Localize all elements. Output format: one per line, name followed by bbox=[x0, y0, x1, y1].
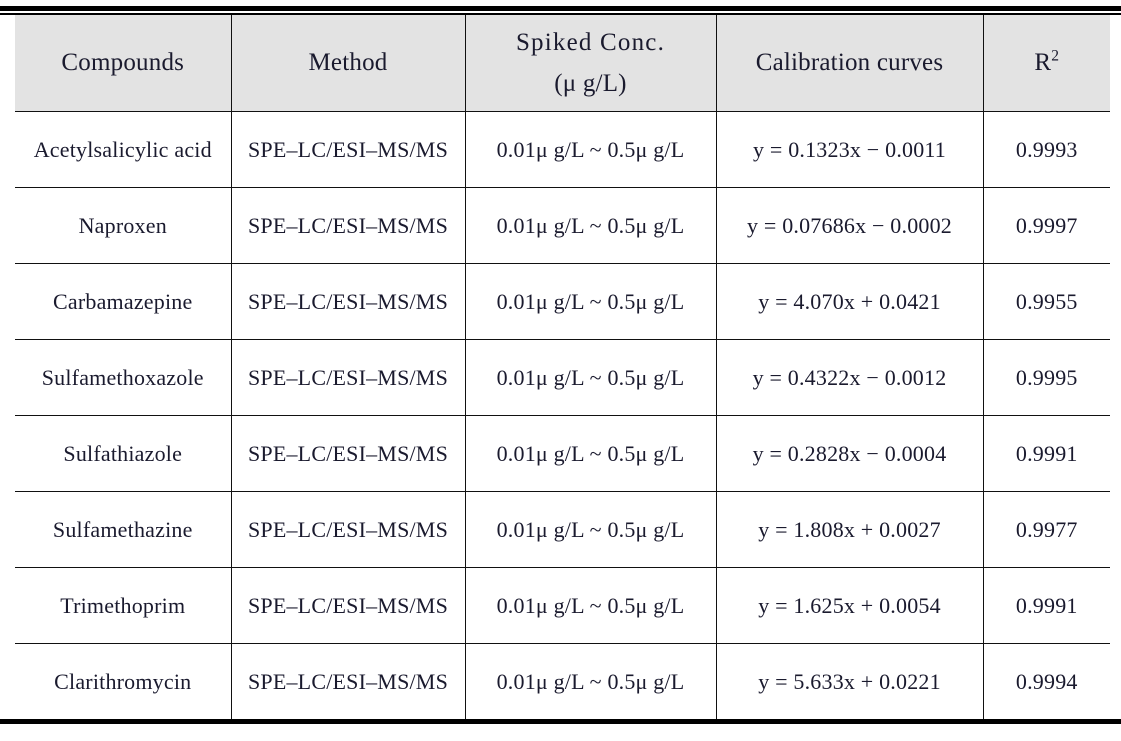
cell-compound: Acetylsalicylic acid bbox=[15, 111, 231, 188]
cell-method: SPE–LC/ESI–MS/MS bbox=[230, 187, 465, 264]
cell-r-squared: 0.9991 bbox=[982, 567, 1110, 644]
column-header-method: Method bbox=[230, 15, 465, 112]
cell-calibration-curve: y = 5.633x + 0.0221 bbox=[715, 643, 983, 719]
cell-r-squared: 0.9993 bbox=[982, 111, 1110, 188]
cell-method: SPE–LC/ESI–MS/MS bbox=[230, 111, 465, 188]
cell-spiked-concentration: 0.01μ g/L ~ 0.5μ g/L bbox=[464, 567, 716, 644]
cell-compound: Clarithromycin bbox=[54, 668, 192, 694]
cell-spiked-concentration: 0.01μ g/L ~ 0.5μ g/L bbox=[464, 415, 716, 492]
cell-method: SPE–LC/ESI–MS/MS bbox=[230, 567, 465, 644]
table-row: Naproxen SPE–LC/ESI–MS/MS 0.01μ g/L ~ 0.5μ… bbox=[15, 187, 1110, 264]
calibration-data-table: Compounds Method Spiked Conc. (μ g/L) Ca… bbox=[15, 15, 1110, 719]
table-bottom-thick-rule bbox=[0, 719, 1121, 724]
table-container: Compounds Method Spiked Conc. (μ g/L) Ca… bbox=[0, 0, 1121, 741]
table-row: Sulfamethazine SPE–LC/ESI–MS/MS 0.01μ g/L … bbox=[15, 491, 1110, 568]
cell-calibration-curve: y = 1.625x + 0.0054 bbox=[715, 567, 983, 644]
column-header-r-squared-exponent: 2 bbox=[1051, 47, 1060, 65]
cell-method: SPE–LC/ESI–MS/MS bbox=[230, 415, 465, 492]
column-header-compounds-label: Compounds bbox=[61, 49, 185, 76]
column-header-calibration-curves-label: Calibration curves bbox=[755, 49, 944, 76]
table-row: Sulfathiazole SPE–LC/ESI–MS/MS 0.01μ g/L ~… bbox=[15, 415, 1110, 492]
cell-calibration-curve: y = 0.07686x − 0.0002 bbox=[715, 187, 983, 264]
cell-compound: Naproxen bbox=[15, 187, 231, 264]
cell-spiked-concentration: 0.01μ g/L ~ 0.5μ g/L bbox=[464, 491, 716, 568]
cell-spiked-concentration: 0.01μ g/L ~ 0.5μ g/L bbox=[464, 263, 716, 340]
cell-method: SPE–LC/ESI–MS/MS bbox=[230, 491, 465, 568]
cell-compound: Sulfamethoxazole bbox=[15, 339, 231, 416]
cell-r-squared: 0.9977 bbox=[982, 491, 1110, 568]
cell-r-squared: 0.9994 bbox=[982, 643, 1110, 719]
cell-calibration-curve: y = 4.070x + 0.0421 bbox=[715, 263, 983, 340]
column-header-method-label: Method bbox=[308, 49, 388, 76]
column-header-calibration-curves: Calibration curves bbox=[715, 15, 983, 112]
table-top-thick-rule bbox=[0, 6, 1121, 11]
column-header-spiked-conc-line1: Spiked Conc. bbox=[515, 28, 666, 56]
table-row: Carbamazepine SPE–LC/ESI–MS/MS 0.01μ g/L ~… bbox=[15, 263, 1110, 340]
header-row: Compounds Method Spiked Conc. (μ g/L) Ca… bbox=[15, 15, 1110, 112]
column-header-compounds: Compounds bbox=[15, 15, 231, 112]
table-row: Acetylsalicylic acid SPE–LC/ESI–MS/MS 0.01… bbox=[15, 111, 1110, 188]
table-body: Acetylsalicylic acid SPE–LC/ESI–MS/MS 0.01… bbox=[15, 111, 1110, 719]
column-header-spiked-conc-line2: (μ g/L) bbox=[554, 69, 627, 97]
cell-calibration-curve: y = 0.2828x − 0.0004 bbox=[715, 415, 983, 492]
cell-compound: Trimethoprim bbox=[15, 567, 231, 644]
cell-spiked-concentration: 0.01μ g/L ~ 0.5μ g/L bbox=[464, 339, 716, 416]
column-header-r-squared: R2 bbox=[982, 15, 1110, 112]
cell-calibration-curve: y = 1.808x + 0.0027 bbox=[715, 491, 983, 568]
cell-spiked-concentration: 0.01μ g/L ~ 0.5μ g/L bbox=[464, 643, 716, 719]
cell-r-squared: 0.9997 bbox=[982, 187, 1110, 264]
cell-spiked-concentration: 0.01μ g/L ~ 0.5μ g/L bbox=[464, 187, 716, 264]
cell-compound: Sulfathiazole bbox=[15, 415, 231, 492]
table-row: Clarithromycin SPE–LC/ESI–MS/MS 0.01μ g/L … bbox=[15, 643, 1110, 719]
cell-compound: Carbamazepine bbox=[15, 263, 231, 340]
cell-r-squared: 0.9995 bbox=[982, 339, 1110, 416]
table-row: Sulfamethoxazole SPE–LC/ESI–MS/MS 0.01μ g/… bbox=[15, 339, 1110, 416]
cell-compound: Sulfamethazine bbox=[15, 491, 231, 568]
column-header-spiked-conc-wrap: Spiked Conc. (μ g/L) bbox=[470, 27, 712, 100]
cell-method: SPE–LC/ESI–MS/MS bbox=[230, 643, 465, 719]
cell-calibration-curve: y = 0.1323x − 0.0011 bbox=[715, 111, 983, 188]
cell-method: SPE–LC/ESI–MS/MS bbox=[230, 339, 465, 416]
cell-r-squared: 0.9991 bbox=[982, 415, 1110, 492]
table-row: Trimethoprim SPE–LC/ESI–MS/MS 0.01μ g/L ~ … bbox=[15, 567, 1110, 644]
cell-method: SPE–LC/ESI–MS/MS bbox=[230, 263, 465, 340]
column-header-spiked-conc: Spiked Conc. (μ g/L) bbox=[464, 15, 716, 112]
table-header: Compounds Method Spiked Conc. (μ g/L) Ca… bbox=[15, 15, 1110, 112]
cell-calibration-curve: y = 0.4322x − 0.0012 bbox=[715, 339, 983, 416]
cell-r-squared: 0.9955 bbox=[982, 263, 1110, 340]
cell-spiked-concentration: 0.01μ g/L ~ 0.5μ g/L bbox=[464, 111, 716, 188]
column-header-r-squared-base: R bbox=[1034, 49, 1052, 76]
